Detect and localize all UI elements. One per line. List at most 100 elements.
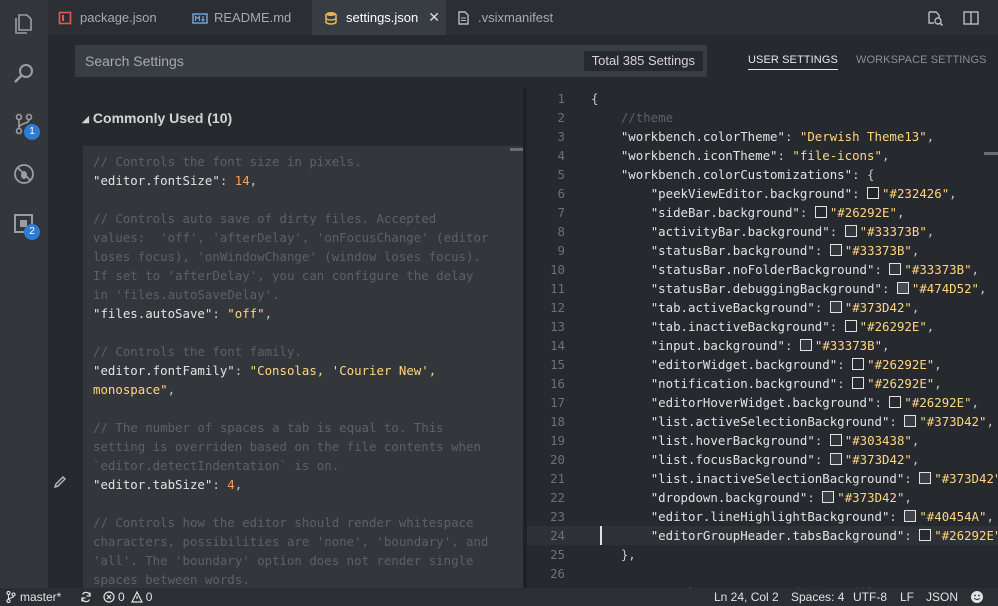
line-number: 19 — [550, 433, 565, 448]
code-line[interactable]: 24 "editorGroupHeader.tabsBackground": "… — [527, 526, 998, 545]
default-setting-line: // Controls how the editor should render… — [93, 513, 473, 532]
code-line[interactable]: 17 "editorHoverWidget.background": "#262… — [527, 393, 998, 412]
color-swatch[interactable] — [852, 377, 865, 389]
source-control-icon[interactable]: 1 — [0, 100, 48, 148]
color-swatch[interactable] — [889, 263, 902, 275]
tab-label: .vsixmanifest — [478, 10, 554, 25]
code-line[interactable]: 8 "activityBar.background": "#33373B", — [527, 222, 998, 241]
default-setting-line: `editor.detectIndentation` is on. — [93, 456, 339, 475]
code-token: "#373D42" — [934, 471, 998, 486]
code-line[interactable]: 10 "statusBar.noFolderBackground": "#333… — [527, 260, 998, 279]
code-token: "editor.tabSize" — [93, 477, 213, 492]
branch-indicator[interactable]: master* — [6, 588, 61, 606]
code-line[interactable]: 15 "editorWidget.background": "#26292E", — [527, 355, 998, 374]
default-setting-line: setting is overriden based on the file c… — [93, 437, 481, 456]
search-input[interactable] — [85, 45, 505, 77]
color-swatch[interactable] — [829, 301, 842, 313]
code-content: "list.activeSelectionBackground": "#373D… — [650, 414, 994, 429]
code-line[interactable]: 14 "input.background": "#33373B", — [527, 336, 998, 355]
code-line[interactable]: 4 "workbench.iconTheme": "file-icons", — [527, 146, 998, 165]
color-swatch[interactable] — [904, 415, 917, 427]
color-swatch[interactable] — [799, 339, 812, 351]
code-line[interactable]: 6 "peekViewEditor.background": "#232426"… — [527, 184, 998, 203]
line-number: 11 — [550, 281, 565, 296]
indentation[interactable]: Spaces: 4 — [791, 588, 844, 606]
code-token: , — [264, 306, 273, 321]
code-line[interactable]: 12 "tab.activeBackground": "#373D42", — [527, 298, 998, 317]
group-header[interactable]: ◢ Commonly Used (10) — [82, 110, 232, 126]
left-scrollbar[interactable] — [510, 148, 524, 151]
split-editor-icon[interactable] — [962, 9, 980, 27]
tab-readme-md[interactable]: README.md — [184, 0, 310, 35]
tab-workspace-settings[interactable]: WORKSPACE SETTINGS — [856, 54, 987, 66]
code-line[interactable]: 22 "dropdown.background": "#373D42", — [527, 488, 998, 507]
user-settings-editor[interactable]: 1{2 //theme 3 "workbench.colorTheme": "De… — [527, 88, 998, 588]
code-token: "editor.lineHighlightBackground" — [650, 509, 890, 524]
debug-icon[interactable] — [0, 150, 48, 198]
cursor-position[interactable]: Ln 24, Col 2 — [714, 588, 779, 606]
tab-user-settings[interactable]: USER SETTINGS — [748, 54, 838, 70]
color-swatch[interactable] — [844, 320, 857, 332]
problems-indicator[interactable]: 0 0 — [103, 588, 152, 606]
feedback-smiley-icon[interactable] — [970, 588, 984, 606]
code-line[interactable]: 21 "list.inactiveSelectionBackground": "… — [527, 469, 998, 488]
extensions-icon[interactable]: 2 — [0, 200, 48, 248]
code-token: : { — [852, 167, 875, 182]
color-swatch[interactable] — [867, 187, 880, 199]
sync-icon[interactable] — [80, 588, 92, 606]
open-file-search-icon[interactable] — [926, 9, 944, 27]
code-line[interactable]: 16 "notification.background": "#26292E", — [527, 374, 998, 393]
line-number: 7 — [557, 205, 565, 220]
line-number: 23 — [550, 509, 565, 524]
code-line[interactable]: 7 "sideBar.background": "#26292E", — [527, 203, 998, 222]
close-icon[interactable]: ✕ — [428, 9, 440, 26]
explorer-icon[interactable] — [0, 0, 48, 48]
color-swatch[interactable] — [852, 358, 865, 370]
code-line[interactable]: 1{ — [527, 89, 998, 108]
code-token: If set to 'afterDelay', you can configur… — [93, 268, 474, 283]
tab-vsixmanifest[interactable]: .vsixmanifest — [448, 0, 578, 35]
code-line[interactable]: 19 "list.hoverBackground": "#303438", — [527, 431, 998, 450]
color-swatch[interactable] — [844, 225, 857, 237]
code-line[interactable]: 5 "workbench.colorCustomizations": { — [527, 165, 998, 184]
color-swatch[interactable] — [904, 510, 917, 522]
color-swatch[interactable] — [919, 472, 932, 484]
code-token: "#33373B" — [904, 262, 972, 277]
color-swatch[interactable] — [829, 453, 842, 465]
code-line[interactable]: 23 "editor.lineHighlightBackground": "#4… — [527, 507, 998, 526]
end-of-line[interactable]: LF — [900, 588, 914, 606]
default-setting-line: monospace", — [93, 380, 175, 399]
code-line[interactable]: 9 "statusBar.background": "#33373B", — [527, 241, 998, 260]
right-scrollbar[interactable] — [984, 152, 998, 155]
code-line[interactable]: 18 "list.activeSelectionBackground": "#3… — [527, 412, 998, 431]
edit-pencil-icon[interactable] — [52, 474, 68, 494]
code-line[interactable]: 2 //theme — [527, 108, 998, 127]
code-token: "#373D42" — [919, 414, 987, 429]
line-number: 2 — [557, 110, 565, 125]
code-content: "editor.lineHighlightBackground": "#4045… — [650, 509, 994, 524]
color-swatch[interactable] — [889, 396, 902, 408]
color-swatch[interactable] — [896, 282, 909, 294]
code-line[interactable]: 3 "workbench.colorTheme": "Derwish Theme… — [527, 127, 998, 146]
tab-package-json[interactable]: package.json — [48, 0, 174, 35]
code-line[interactable]: 20 "list.focusBackground": "#373D42", — [527, 450, 998, 469]
code-token: "input.background" — [650, 338, 785, 353]
code-line[interactable]: 13 "tab.inactiveBackground": "#26292E", — [527, 317, 998, 336]
code-token: "activityBar.background" — [650, 224, 830, 239]
code-line[interactable]: 25 }, — [527, 545, 998, 564]
color-swatch[interactable] — [919, 529, 932, 541]
code-token: 14 — [234, 173, 250, 188]
language-mode[interactable]: JSON — [926, 588, 958, 606]
tab-settings-json[interactable]: settings.json ✕ — [312, 0, 446, 35]
encoding[interactable]: UTF-8 — [853, 588, 887, 606]
code-token: "sideBar.background" — [650, 205, 800, 220]
code-token: "#373D42" — [837, 490, 905, 505]
search-icon[interactable] — [0, 50, 48, 98]
code-line[interactable]: 11 "statusBar.debuggingBackground": "#47… — [527, 279, 998, 298]
color-swatch[interactable] — [814, 206, 827, 218]
color-swatch[interactable] — [829, 434, 842, 446]
color-swatch[interactable] — [829, 244, 842, 256]
color-swatch[interactable] — [822, 491, 835, 503]
code-line[interactable]: 26 — [527, 564, 998, 583]
editor-tabs: package.json README.md settings.json ✕ .… — [48, 0, 998, 35]
